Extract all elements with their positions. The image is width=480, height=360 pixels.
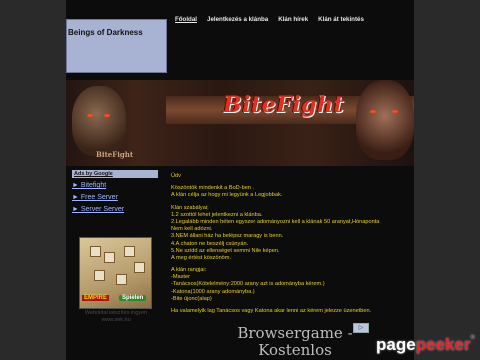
content-line: Köszöntök mindenkit a BoD-ben . [171, 185, 255, 192]
game-ad-brand: EMPIRE [82, 295, 110, 301]
watermark-reg: ® [470, 335, 475, 341]
content-line: A meg értést köszönöm. [171, 254, 232, 261]
content-line: A klán célja az hogy mi legyünk a Legjob… [171, 192, 283, 199]
header-banner: BiteFight BiteFight [66, 80, 414, 166]
nav-clan-overview[interactable]: Klán át tekintés [313, 16, 369, 28]
content-line: Klán szabályai: [171, 204, 209, 211]
bottom-ad-line1: Browsergame - [237, 324, 353, 342]
content-line: Ha valamelyik lag Tanácsos vagy Katona a… [171, 308, 372, 314]
content-line: 5.Ne szidd az ellenséget semmi Nile képe… [171, 247, 280, 254]
content-line: 3.NEM állani ház ha belépsz maragy is be… [171, 233, 284, 240]
game-ad-banner[interactable]: EMPIRE Spielen [79, 237, 152, 309]
content-line: 1.2 szottól lehet jelentkezni a klánba. [171, 211, 263, 218]
content-line: -Master [171, 274, 190, 281]
site-title: Beings of Darkness [68, 28, 143, 37]
content-line: -Katona(1000 arany adományba.) [171, 288, 255, 295]
vampire-face-left [72, 86, 126, 156]
bottom-ad-line2: Kostenlos [258, 341, 332, 359]
content-line: 4.A chaton ne beszélj csúnyán. [171, 240, 249, 247]
ad-link-bitefight[interactable]: ► Bitefight [72, 181, 158, 190]
nav-join-clan[interactable]: Jelentkezés a klánba [202, 16, 273, 28]
watermark-logo: pagepeeker® [376, 335, 475, 355]
ad-link-server-server[interactable]: ► Server Server [72, 205, 158, 214]
bottom-ad-text[interactable]: Browsergame - Kostenlos [230, 325, 360, 359]
werewolf-face-right [356, 80, 414, 160]
content-line: Üdv [171, 173, 181, 179]
watermark-peeker: peeker [415, 335, 471, 354]
sidebar: Ads by Google ► Bitefight ► Free Server … [72, 170, 158, 214]
site-credit[interactable]: Weboldal készítés ingyen www.sek.hu [74, 310, 158, 324]
content-line: 2.Legalább minden héten egyszer adományo… [171, 218, 380, 225]
top-navigation: Főoldal Jelentkezés a klánba Klán hírek … [170, 16, 369, 28]
content-line: -Bite újonc(alap) [171, 295, 212, 302]
watermark-page: page [376, 335, 416, 354]
ads-by-google-link[interactable]: Ads by Google [72, 170, 158, 178]
nav-clan-news[interactable]: Klán hírek [273, 16, 313, 28]
ad-choices-icon[interactable]: ▷ [353, 323, 369, 333]
banner-brand-small: BiteFight [96, 150, 134, 159]
content-line: -Tanácsos(Kötelelmény:2000 arany azt is … [171, 281, 325, 288]
content-line: Nem kell adózni. [171, 226, 213, 233]
banner-brand-logo: BiteFight [223, 92, 345, 118]
nav-home[interactable]: Főoldal [170, 16, 202, 28]
site-logo-box[interactable]: Beings of Darkness [66, 19, 167, 73]
content-line: A klán rangjai: [171, 267, 207, 274]
ad-link-free-server[interactable]: ► Free Server [72, 193, 158, 202]
game-ad-play-button[interactable]: Spielen [119, 295, 147, 301]
main-content: Üdv Köszöntök mindenkit a BoD-ben .A klán… [171, 173, 411, 315]
